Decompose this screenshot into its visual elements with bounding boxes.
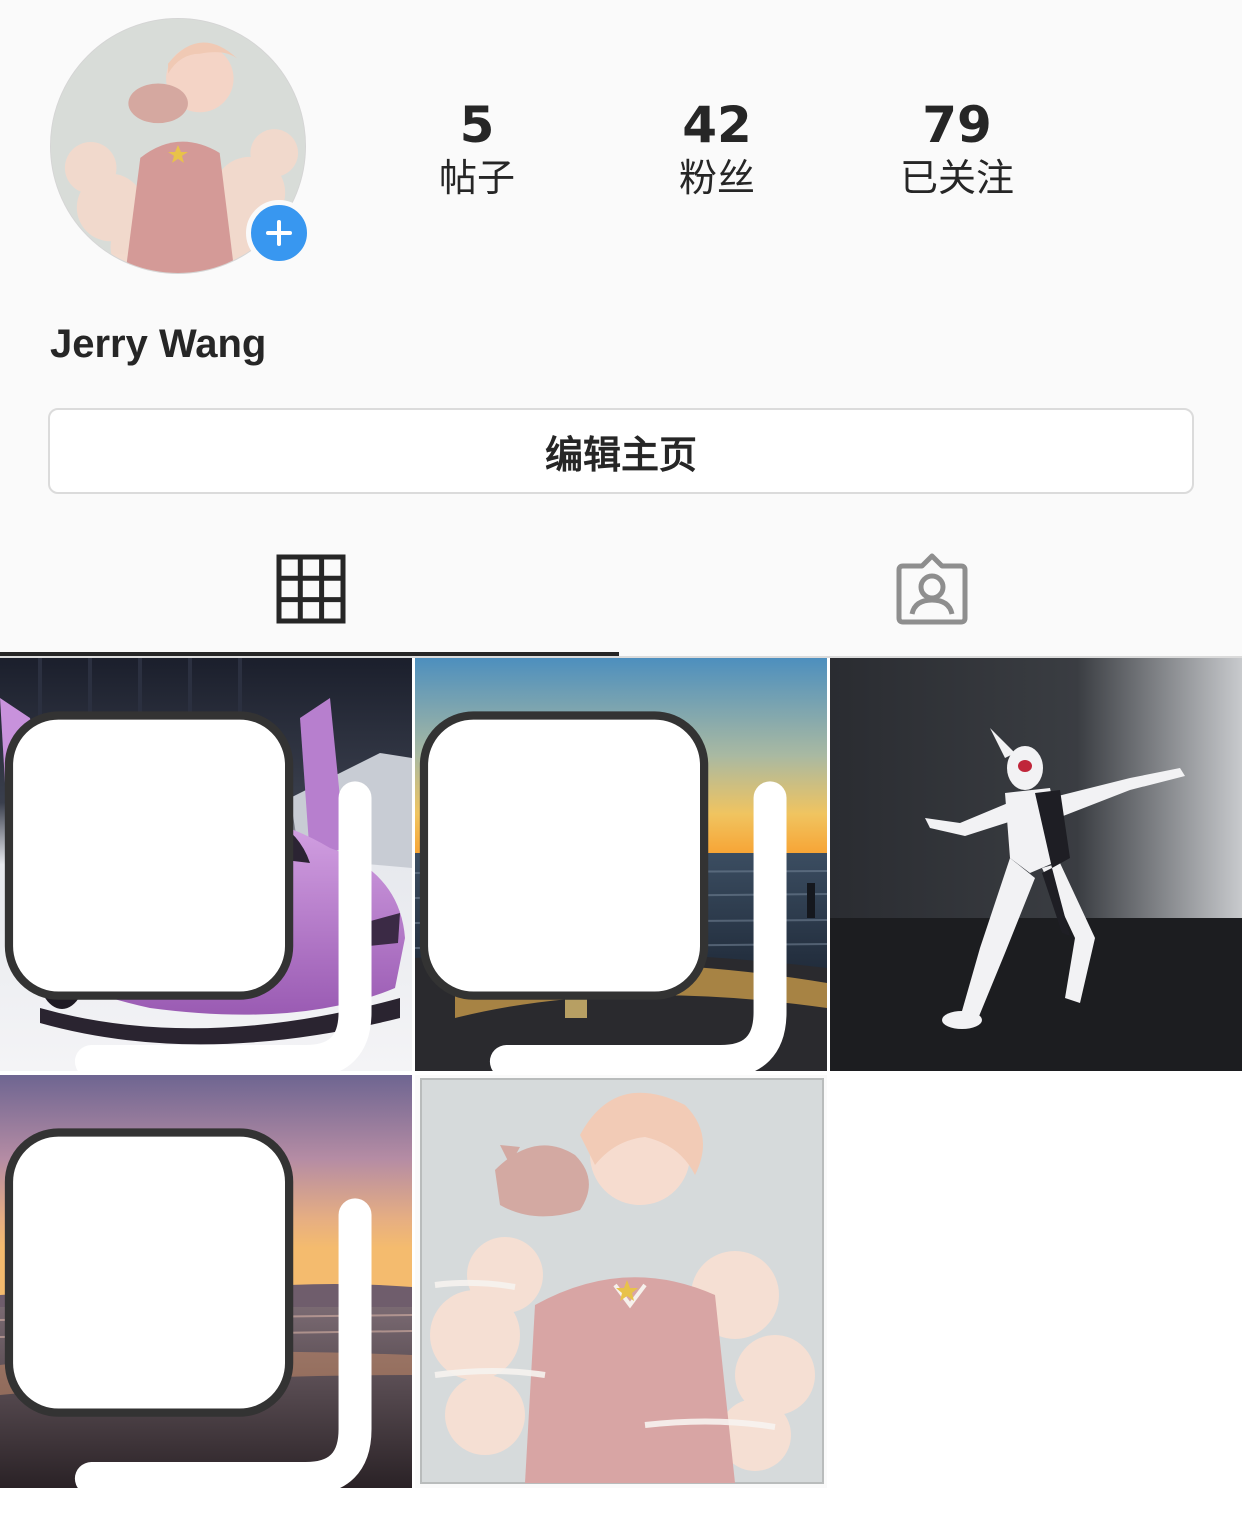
stat-followers-label: 粉丝 bbox=[678, 156, 755, 200]
posts-grid bbox=[0, 658, 1242, 1527]
tagged-person-icon bbox=[896, 553, 967, 625]
profile-avatar-container[interactable] bbox=[50, 18, 312, 274]
multiple-photos-icon bbox=[4, 1128, 372, 1488]
grid-icon bbox=[276, 554, 345, 624]
stat-followers[interactable]: 42 粉丝 bbox=[617, 96, 817, 202]
multiple-photos-icon bbox=[419, 711, 787, 1071]
stat-posts-count: 5 bbox=[459, 96, 495, 154]
edit-profile-button[interactable]: 编辑主页 bbox=[48, 408, 1194, 494]
post-tile[interactable] bbox=[415, 1075, 827, 1488]
add-story-button[interactable] bbox=[246, 200, 312, 266]
profile-tabs bbox=[0, 520, 1242, 658]
post-tile[interactable] bbox=[0, 658, 412, 1071]
stat-following-label: 已关注 bbox=[899, 156, 1014, 200]
stat-posts[interactable]: 5 帖子 bbox=[377, 96, 577, 202]
stat-posts-label: 帖子 bbox=[438, 156, 515, 200]
profile-name: Jerry Wang bbox=[50, 322, 267, 366]
stat-following-count: 79 bbox=[922, 96, 992, 154]
plus-icon bbox=[266, 220, 292, 246]
post-tile[interactable] bbox=[830, 658, 1242, 1071]
post-image-action-figure bbox=[830, 658, 1242, 1071]
tab-posts-grid[interactable] bbox=[0, 520, 621, 658]
post-image-anime-boy bbox=[415, 1075, 827, 1488]
stat-followers-count: 42 bbox=[682, 96, 752, 154]
multiple-photos-icon bbox=[4, 711, 372, 1071]
post-tile[interactable] bbox=[415, 658, 827, 1071]
stat-following[interactable]: 79 已关注 bbox=[857, 96, 1057, 202]
post-tile[interactable] bbox=[0, 1075, 412, 1488]
tab-tagged[interactable] bbox=[621, 520, 1242, 658]
